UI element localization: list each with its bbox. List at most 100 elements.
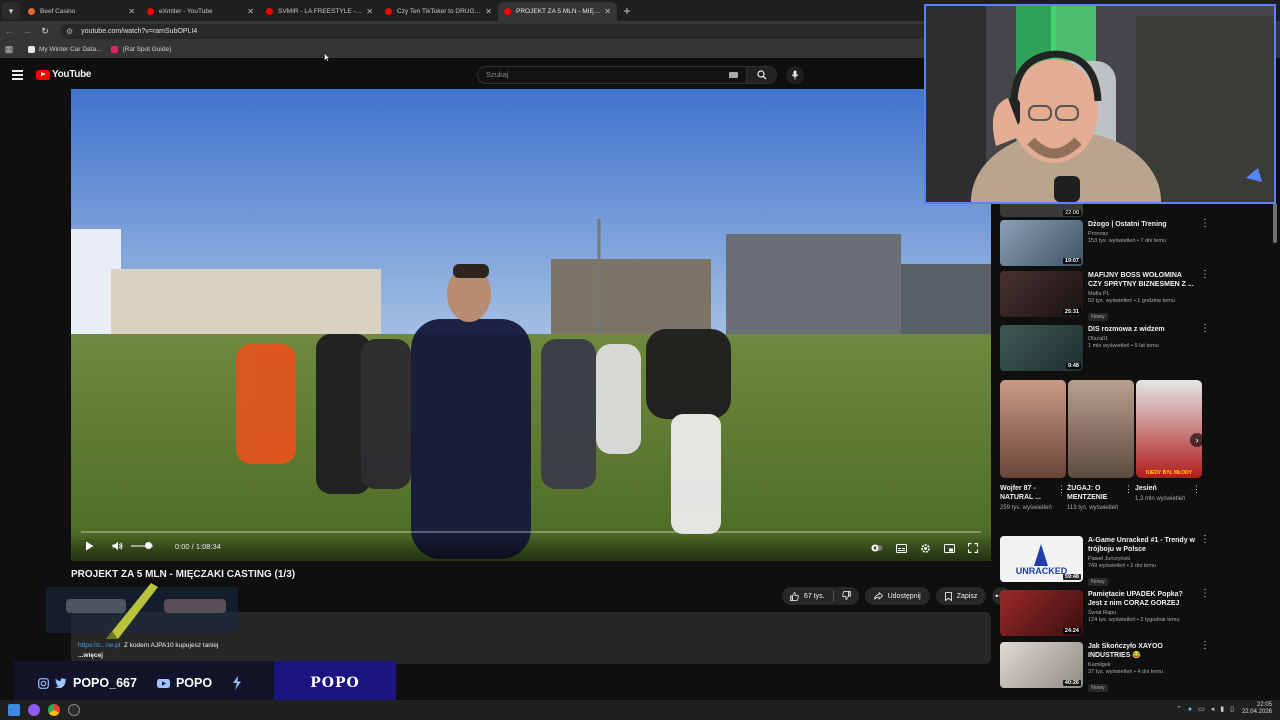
video-thumbnail[interactable]: 25:31 xyxy=(1000,271,1083,317)
more-vertical-icon[interactable]: ⋮ xyxy=(1200,535,1210,545)
more-vertical-icon[interactable]: ⋮ xyxy=(1200,589,1210,599)
youtube-favicon-icon xyxy=(147,8,154,15)
video-info: MAFIJNY BOSS WOŁOMINA CZY SPRYTNY BIZNES… xyxy=(1088,271,1196,323)
reload-icon[interactable]: ↻ xyxy=(36,26,54,37)
video-title[interactable]: Dżogo | Ostatni Trening xyxy=(1088,220,1196,229)
recommended-video[interactable]: 19:07 Dżogo | Ostatni Trening Pronosz 15… xyxy=(1000,219,1210,266)
video-title[interactable]: A-Game Unracked #1 - Trendy w trójboju w… xyxy=(1088,536,1196,554)
short-thumbnail[interactable] xyxy=(1068,380,1134,478)
channel-name[interactable]: Olsza01 xyxy=(1088,336,1196,343)
clock[interactable]: 22:05 22.04.2026 xyxy=(1242,702,1272,716)
tray-app-icon[interactable]: ● xyxy=(1188,706,1192,713)
miniplayer-button[interactable] xyxy=(941,541,957,555)
channel-name[interactable]: Paweł Jurczyński xyxy=(1088,556,1196,563)
subtitles-button[interactable] xyxy=(893,541,909,555)
channel-name[interactable]: Mafia PL xyxy=(1088,291,1196,298)
browser-tab-active[interactable]: PROJEKT ZA 5 MLN - MIĘCZAKI... ✕ xyxy=(498,2,617,21)
browser-tab[interactable]: Czy Ten TikToker to DRUGI Dani... ✕ xyxy=(379,2,498,21)
description-link[interactable]: https://c...ne.pl. xyxy=(78,642,122,649)
share-button[interactable]: Udostępnij xyxy=(864,587,930,605)
video-player[interactable]: 0:00 / 1:08:34 xyxy=(71,89,991,561)
channel-name[interactable]: Pronosz xyxy=(1088,231,1196,238)
new-badge: Nowy xyxy=(1088,684,1108,692)
tab-label: Beef Casino xyxy=(40,8,76,15)
more-vertical-icon[interactable]: ⋮ xyxy=(1200,641,1210,651)
browser-tab[interactable]: SVMIR - LA FREESTYLE - YouTube ✕ xyxy=(260,2,379,21)
chrome-icon[interactable] xyxy=(48,704,60,716)
partial-video-thumbnail[interactable]: 22:08 xyxy=(1000,202,1083,217)
url-field[interactable]: ⚙ youtube.com/watch?v=ramSubOPLI4 xyxy=(60,23,940,39)
channel-name[interactable]: Kamiłgek xyxy=(1088,662,1196,669)
bookmark-item[interactable]: My Winter Car Data... xyxy=(28,46,101,53)
short-thumbnail[interactable]: KIEDY BYŁ MŁODY xyxy=(1136,380,1202,478)
more-vertical-icon[interactable]: ⋮ xyxy=(1200,324,1210,334)
search-button[interactable] xyxy=(747,66,777,84)
chevron-up-icon[interactable]: ⌃ xyxy=(1176,705,1182,713)
voice-search-button[interactable] xyxy=(786,66,804,84)
volume-slider[interactable] xyxy=(131,542,153,549)
tab-search-button[interactable]: ▾ xyxy=(2,2,20,20)
volume-icon[interactable]: ◂ xyxy=(1211,705,1215,713)
mute-button[interactable] xyxy=(109,539,125,553)
short-title[interactable]: ŻUGAJ: O MENTZENIE xyxy=(1067,484,1129,502)
save-button[interactable]: Zapisz xyxy=(935,587,987,605)
menu-icon[interactable] xyxy=(12,70,23,80)
autoplay-toggle[interactable] xyxy=(869,541,885,555)
video-thumbnail[interactable]: 40:26 xyxy=(1000,642,1083,688)
page-scrollbar[interactable] xyxy=(1273,203,1277,243)
video-thumbnail[interactable]: 19:07 xyxy=(1000,220,1083,266)
close-icon[interactable]: ✕ xyxy=(604,7,611,16)
windows-start-icon[interactable] xyxy=(8,704,20,716)
more-vertical-icon[interactable]: ⋮ xyxy=(1200,219,1210,229)
like-button[interactable]: 67 tys. xyxy=(782,587,833,605)
short-thumbnail[interactable] xyxy=(1000,380,1066,478)
bookmark-item[interactable]: (Rat Spot Guide) xyxy=(111,46,171,53)
more-vertical-icon[interactable]: ⋮ xyxy=(1200,270,1210,280)
settings-button[interactable] xyxy=(917,541,933,555)
apps-grid-icon[interactable]: ▦ xyxy=(0,44,18,55)
app-icon[interactable] xyxy=(68,704,80,716)
recommended-video[interactable]: UNRACKED 59:48 A-Game Unracked #1 - Tren… xyxy=(1000,535,1210,586)
close-icon[interactable]: ✕ xyxy=(247,7,254,16)
video-title[interactable]: Pamiętacie UPADEK Popka? Jest z nim CORA… xyxy=(1088,590,1196,608)
shorts-next-button[interactable]: › xyxy=(1190,433,1204,447)
browser-tab[interactable]: eXmiter - YouTube ✕ xyxy=(141,2,260,21)
network-icon[interactable]: ▭ xyxy=(1198,705,1205,713)
close-icon[interactable]: ✕ xyxy=(485,7,492,16)
channel-name[interactable]: Świat Rapu xyxy=(1088,610,1196,617)
recommended-video[interactable]: 40:26 Jak Skończyło XAYOO INDUSTRIES 😂 K… xyxy=(1000,641,1210,692)
more-vertical-icon[interactable]: ⋮ xyxy=(1124,484,1133,495)
browser-tab[interactable]: Beef Casino ✕ xyxy=(22,2,141,21)
recommended-video[interactable]: 25:31 MAFIJNY BOSS WOŁOMINA CZY SPRYTNY … xyxy=(1000,270,1210,321)
video-thumbnail[interactable]: 9:48 xyxy=(1000,325,1083,371)
dislike-button[interactable] xyxy=(834,587,859,605)
more-vertical-icon[interactable]: ⋮ xyxy=(1057,484,1066,495)
new-tab-button[interactable]: + xyxy=(619,3,635,19)
battery-icon[interactable]: ▮ xyxy=(1220,705,1224,713)
short-title[interactable]: Wojfer 87 - NATURAL ... xyxy=(1000,484,1062,502)
keyboard-icon[interactable] xyxy=(729,72,738,78)
video-title[interactable]: DIS rozmowa z widzem xyxy=(1088,325,1196,334)
more-vertical-icon[interactable]: ⋮ xyxy=(1192,484,1201,495)
site-info-icon[interactable]: ⚙ xyxy=(66,27,73,36)
close-icon[interactable]: ✕ xyxy=(128,7,135,16)
search-input[interactable]: Szukaj xyxy=(477,66,747,84)
recommended-video[interactable]: 24:24 Pamiętacie UPADEK Popka? Jest z ni… xyxy=(1000,589,1210,636)
screen: ▾ Beef Casino ✕ eXmiter - YouTube ✕ SVMI… xyxy=(0,0,1280,720)
forward-arrow-icon[interactable]: → xyxy=(18,26,36,36)
recommended-video[interactable]: 9:48 DIS rozmowa z widzem Olsza01 1 mln … xyxy=(1000,324,1210,371)
fullscreen-button[interactable] xyxy=(965,541,981,555)
app-icon[interactable] xyxy=(28,704,40,716)
video-title[interactable]: Jak Skończyło XAYOO INDUSTRIES 😂 xyxy=(1088,642,1196,660)
show-more-link[interactable]: ...więcej xyxy=(78,652,103,659)
video-thumbnail[interactable]: 24:24 xyxy=(1000,590,1083,636)
video-title[interactable]: MAFIJNY BOSS WOŁOMINA CZY SPRYTNY BIZNES… xyxy=(1088,271,1196,289)
back-arrow-icon[interactable]: ← xyxy=(0,26,18,36)
short-title[interactable]: Jesień xyxy=(1135,484,1197,493)
youtube-logo[interactable]: YouTube xyxy=(36,69,92,80)
tray-icon[interactable]: ▯ xyxy=(1230,705,1234,713)
close-icon[interactable]: ✕ xyxy=(366,7,373,16)
volume-slider-knob[interactable] xyxy=(145,542,152,549)
play-button[interactable] xyxy=(81,539,97,553)
video-thumbnail[interactable]: UNRACKED 59:48 xyxy=(1000,536,1083,582)
